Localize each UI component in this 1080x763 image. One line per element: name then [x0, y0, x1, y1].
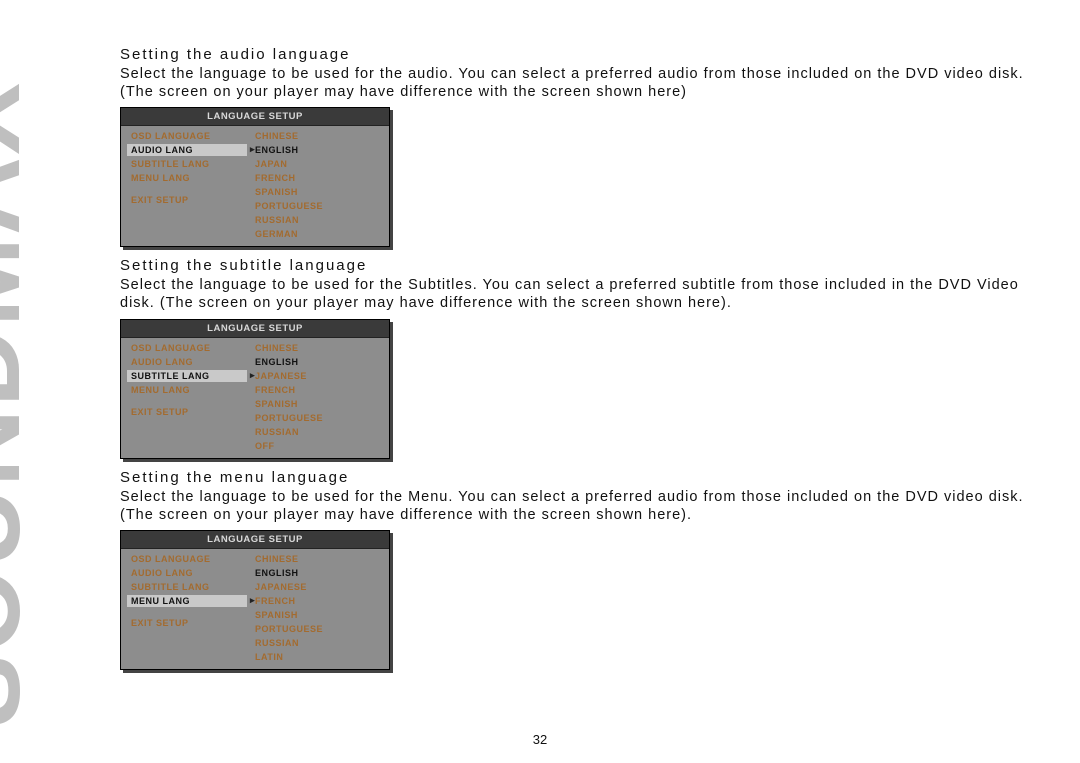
brand-logo: SOUNDMAX: [0, 81, 36, 727]
option-item[interactable]: ENGLISH: [253, 144, 377, 156]
menu-item[interactable]: MENU LANG: [127, 172, 247, 184]
menu-item[interactable]: SUBTITLE LANG: [127, 158, 247, 170]
menu-list: OSD LANGUAGE AUDIO LANG SUBTITLE LANG MENU …: [127, 342, 247, 452]
panel-header: LANGUAGE SETUP: [121, 108, 389, 126]
language-setup-panel: LANGUAGE SETUP OSD LANGUAGE AUDIO LANG SUBT…: [120, 530, 390, 670]
page-content: Setting the audio language Select the lan…: [120, 46, 1032, 670]
section-title: Setting the menu language: [120, 469, 1032, 486]
option-item[interactable]: SPANISH: [253, 609, 377, 621]
option-item[interactable]: ENGLISH: [253, 567, 377, 579]
section-body: Select the language to be used for the a…: [120, 65, 1032, 101]
option-item[interactable]: GERMAN: [253, 228, 377, 240]
manual-page: SOUNDMAX Setting the audio language Selec…: [0, 0, 1080, 763]
menu-list: OSD LANGUAGE AUDIO LANG SUBTITLE LANG MENU …: [127, 130, 247, 240]
panel-header: LANGUAGE SETUP: [121, 320, 389, 338]
menu-item[interactable]: AUDIO LANG: [127, 144, 247, 156]
menu-item[interactable]: SUBTITLE LANG: [127, 581, 247, 593]
exit-setup[interactable]: EXIT SETUP: [127, 406, 247, 418]
page-number: 32: [0, 732, 1080, 747]
option-item[interactable]: CHINESE: [253, 130, 377, 142]
option-item[interactable]: JAPANESE: [253, 370, 377, 382]
menu-item[interactable]: OSD LANGUAGE: [127, 342, 247, 354]
section-body: Select the language to be used for the M…: [120, 488, 1032, 524]
option-item[interactable]: FRENCH: [253, 595, 377, 607]
option-item[interactable]: SPANISH: [253, 186, 377, 198]
panel-body: OSD LANGUAGE AUDIO LANG SUBTITLE LANG MENU …: [121, 549, 389, 669]
panel-header: LANGUAGE SETUP: [121, 531, 389, 549]
option-item[interactable]: CHINESE: [253, 553, 377, 565]
option-item[interactable]: OFF: [253, 440, 377, 452]
menu-item[interactable]: AUDIO LANG: [127, 356, 247, 368]
option-item[interactable]: RUSSIAN: [253, 426, 377, 438]
menu-list: OSD LANGUAGE AUDIO LANG SUBTITLE LANG MENU …: [127, 553, 247, 663]
option-item[interactable]: JAPAN: [253, 158, 377, 170]
language-setup-panel: LANGUAGE SETUP OSD LANGUAGE AUDIO LANG SUBT…: [120, 107, 390, 247]
exit-setup[interactable]: EXIT SETUP: [127, 194, 247, 206]
menu-item[interactable]: SUBTITLE LANG: [127, 370, 247, 382]
option-item[interactable]: PORTUGUESE: [253, 623, 377, 635]
option-item[interactable]: ENGLISH: [253, 356, 377, 368]
menu-item[interactable]: OSD LANGUAGE: [127, 553, 247, 565]
menu-item[interactable]: MENU LANG: [127, 384, 247, 396]
option-item[interactable]: CHINESE: [253, 342, 377, 354]
section-title: Setting the subtitle language: [120, 257, 1032, 274]
menu-item[interactable]: MENU LANG: [127, 595, 247, 607]
panel-body: OSD LANGUAGE AUDIO LANG SUBTITLE LANG MENU …: [121, 126, 389, 246]
language-setup-panel: LANGUAGE SETUP OSD LANGUAGE AUDIO LANG SUBT…: [120, 319, 390, 459]
option-item[interactable]: JAPANESE: [253, 581, 377, 593]
section-title: Setting the audio language: [120, 46, 1032, 63]
options-list: CHINESE ENGLISH JAPANESE FRENCH SPANISH PORTU…: [247, 553, 377, 663]
option-item[interactable]: PORTUGUESE: [253, 412, 377, 424]
option-item[interactable]: RUSSIAN: [253, 214, 377, 226]
option-item[interactable]: FRENCH: [253, 172, 377, 184]
option-item[interactable]: RUSSIAN: [253, 637, 377, 649]
option-item[interactable]: FRENCH: [253, 384, 377, 396]
options-list: CHINESE ENGLISH JAPAN FRENCH SPANISH PORTUGUE…: [247, 130, 377, 240]
exit-setup[interactable]: EXIT SETUP: [127, 617, 247, 629]
menu-item[interactable]: OSD LANGUAGE: [127, 130, 247, 142]
option-item[interactable]: PORTUGUESE: [253, 200, 377, 212]
option-item[interactable]: SPANISH: [253, 398, 377, 410]
options-list: CHINESE ENGLISH JAPANESE FRENCH SPANISH PORTU…: [247, 342, 377, 452]
section-body: Select the language to be used for the S…: [120, 276, 1032, 312]
option-item[interactable]: LATIN: [253, 651, 377, 663]
panel-body: OSD LANGUAGE AUDIO LANG SUBTITLE LANG MENU …: [121, 338, 389, 458]
menu-item[interactable]: AUDIO LANG: [127, 567, 247, 579]
